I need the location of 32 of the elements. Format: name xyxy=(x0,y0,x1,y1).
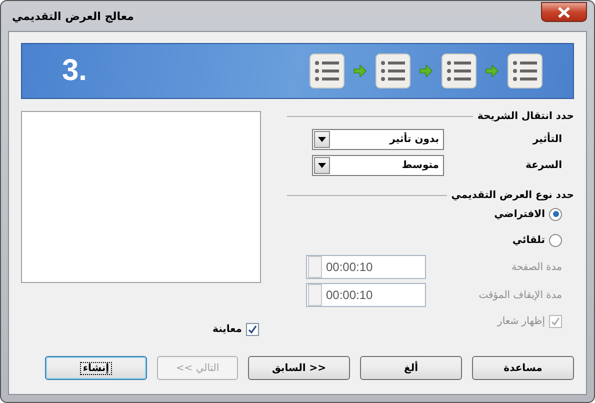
radio-button[interactable] xyxy=(549,208,562,220)
checkbox-label: معاينة xyxy=(212,324,242,335)
dialog-button[interactable]: إنشاء xyxy=(45,356,147,380)
caret-icon xyxy=(318,162,326,168)
radio-button[interactable] xyxy=(549,234,562,246)
arrow-icon xyxy=(353,65,367,77)
dropdown[interactable]: متوسط xyxy=(312,154,444,176)
step-number: 3. xyxy=(62,54,88,88)
close-icon xyxy=(557,6,571,18)
section-heading: حدد انتقال الشريحة xyxy=(477,111,574,122)
dialog-button[interactable]: ألغ xyxy=(360,356,462,380)
section-heading: حدد نوع العرض التقديمي xyxy=(451,190,574,201)
field-label: التأثير xyxy=(532,134,563,144)
dropdown[interactable]: بدون تأثير xyxy=(312,128,444,150)
caret-icon xyxy=(318,136,326,142)
list-icon xyxy=(375,53,411,89)
radio-label: الافتراضي xyxy=(494,208,545,220)
checkbox-label: إظهار شعار xyxy=(498,316,545,326)
field-label: مدة الإيقاف المؤقت xyxy=(478,290,563,300)
dialog-button[interactable]: << السابق xyxy=(248,356,350,380)
field-label: مدة الصفحة xyxy=(510,262,563,272)
close-button[interactable] xyxy=(541,2,587,22)
arrow-icon xyxy=(485,65,499,77)
radio-label: تلقائي xyxy=(512,234,545,246)
field-label: السرعة xyxy=(524,160,563,170)
list-icon xyxy=(309,53,345,89)
window-title: معالج العرض التقديمي xyxy=(11,10,134,22)
dialog-button[interactable]: مساعدة xyxy=(472,356,574,380)
list-icon xyxy=(441,53,477,89)
arrow-icon xyxy=(419,65,433,77)
checkbox[interactable] xyxy=(246,323,259,336)
list-icon xyxy=(507,53,543,89)
